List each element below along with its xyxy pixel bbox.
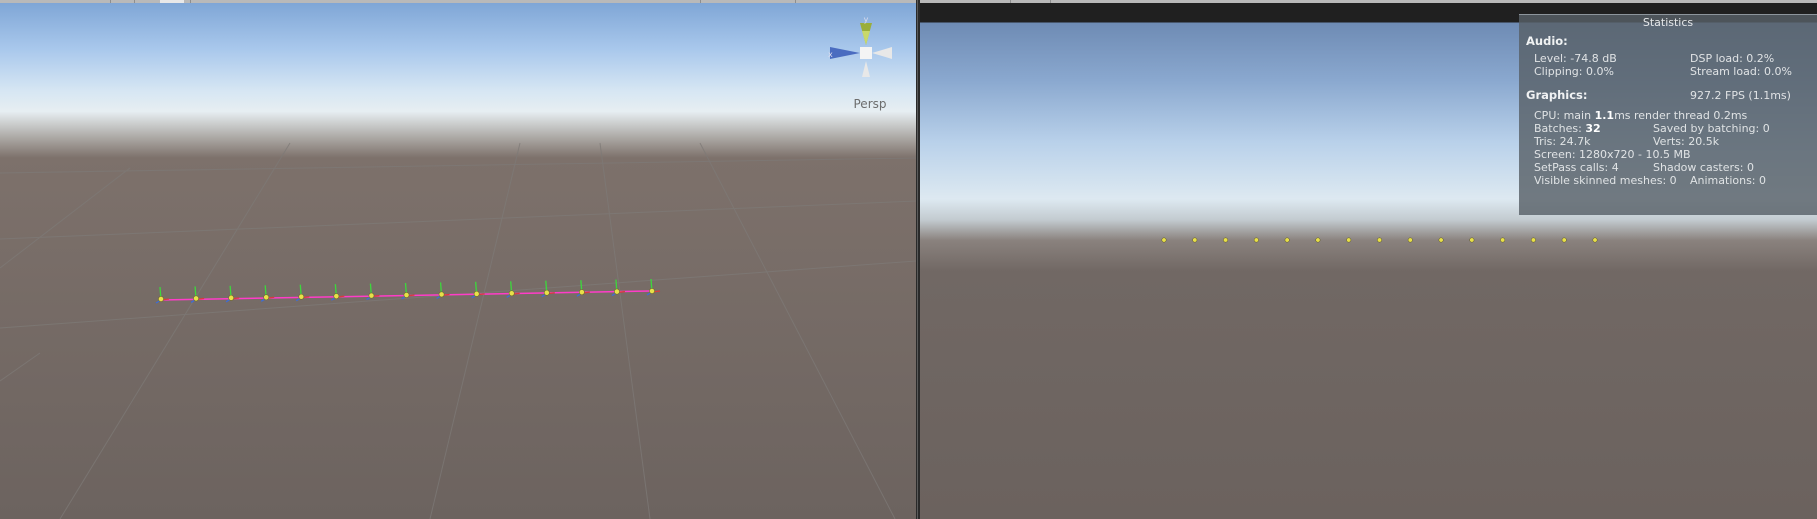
camera-mode-label[interactable]: Persp — [832, 97, 908, 111]
game-sphere-1 — [1161, 237, 1167, 243]
orientation-gizmo[interactable]: y x — [826, 15, 906, 87]
sphere[interactable] — [508, 290, 515, 297]
scene-object-11[interactable] — [506, 281, 520, 298]
sphere[interactable] — [473, 290, 480, 297]
sphere[interactable] — [333, 293, 340, 300]
sphere[interactable] — [263, 294, 270, 301]
sphere[interactable] — [438, 291, 445, 298]
statistics-title: Statistics — [1642, 16, 1694, 29]
sphere[interactable] — [193, 295, 199, 302]
scene-object-13[interactable] — [576, 280, 590, 297]
screen-readout: Screen: 1280x720 - 10.5 MB — [1534, 148, 1691, 161]
game-sphere-10 — [1438, 237, 1444, 243]
audio-level: Level: -74.8 dB — [1534, 52, 1617, 65]
game-sphere-4 — [1253, 237, 1259, 243]
scene-view[interactable]: y x Persp — [0, 3, 916, 519]
sphere[interactable] — [228, 294, 235, 301]
fps-readout: 927.2 FPS (1.1ms) — [1690, 89, 1791, 102]
scene-object-8[interactable] — [401, 282, 415, 300]
tris-readout: Tris: 24.7k — [1534, 135, 1591, 148]
setpass-readout: SetPass calls: 4 — [1534, 161, 1619, 174]
gizmo-center-cube[interactable] — [860, 47, 872, 59]
audio-heading: Audio: — [1526, 34, 1568, 48]
scene-object-15[interactable] — [646, 278, 661, 296]
game-sphere-2 — [1192, 237, 1198, 243]
sphere[interactable] — [578, 289, 585, 296]
scene-gizmo-icon[interactable]: y x — [826, 15, 906, 87]
gizmo-neg-y-cone[interactable] — [862, 61, 870, 77]
game-sphere-5 — [1284, 237, 1290, 243]
game-sphere-8 — [1377, 237, 1382, 243]
sphere[interactable] — [649, 288, 655, 294]
gizmo-x-label: x — [828, 50, 833, 59]
scene-object-6[interactable] — [331, 284, 345, 301]
gizmo-y-label: y — [864, 17, 869, 24]
animations-readout: Animations: 0 — [1690, 174, 1767, 187]
cpu-readout: CPU: main 1.1ms render thread 0.2ms — [1534, 109, 1748, 122]
game-sphere-6 — [1315, 237, 1321, 243]
selected-objects — [155, 278, 661, 304]
shadow-casters-readout: Shadow casters: 0 — [1653, 161, 1754, 174]
game-sphere-13 — [1530, 237, 1536, 243]
scene-object-5[interactable] — [295, 284, 310, 302]
game-sphere-9 — [1407, 237, 1413, 243]
spheres-row — [1161, 237, 1598, 243]
scene-grid — [0, 142, 916, 519]
skinned-meshes-readout: Visible skinned meshes: 0 — [1534, 174, 1677, 187]
game-sphere-11 — [1469, 237, 1475, 243]
sphere[interactable] — [403, 292, 410, 298]
game-sphere-12 — [1500, 237, 1506, 243]
scene-object-4[interactable] — [260, 285, 275, 302]
game-sphere-7 — [1346, 237, 1352, 243]
graphics-heading: Graphics: — [1526, 88, 1588, 102]
gizmo-neg-x-cone[interactable] — [872, 47, 892, 59]
game-sphere-14 — [1561, 237, 1567, 243]
gizmo-x-cone[interactable] — [830, 47, 860, 59]
scene-object-7[interactable] — [366, 283, 380, 301]
verts-readout: Verts: 20.5k — [1653, 135, 1720, 148]
stream-load: Stream load: 0.0% — [1690, 65, 1792, 78]
game-sphere-15 — [1592, 237, 1598, 243]
saved-by-batching: Saved by batching: 0 — [1653, 122, 1770, 135]
game-sphere-3 — [1223, 237, 1229, 243]
sphere[interactable] — [298, 293, 305, 300]
scene-object-10[interactable] — [471, 281, 485, 299]
statistics-panel: Statistics Audio: Level: -74.8 dB DSP lo… — [1519, 14, 1817, 215]
batches-readout: Batches: 32 — [1534, 122, 1601, 135]
sphere[interactable] — [543, 289, 550, 296]
audio-clipping: Clipping: 0.0% — [1534, 65, 1614, 78]
dsp-load: DSP load: 0.2% — [1690, 52, 1775, 65]
sphere[interactable] — [614, 288, 620, 295]
sphere[interactable] — [158, 296, 164, 302]
sphere[interactable] — [368, 292, 375, 299]
